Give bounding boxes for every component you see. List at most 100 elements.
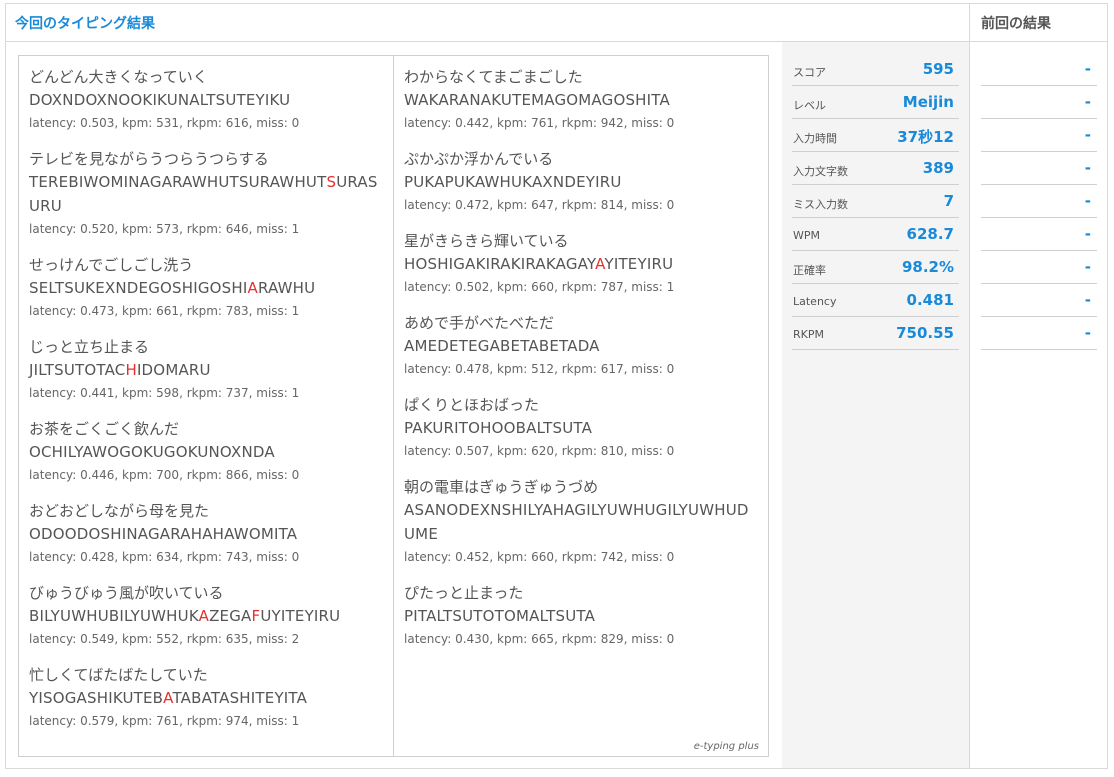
result-entry: わからなくてまごまごした WAKARANAKUTEMAGOMAGOSHITA lat… (404, 66, 759, 132)
summary-label: 入力時間 (793, 132, 837, 145)
summary-label: 入力文字数 (793, 165, 848, 178)
result-entry: どんどん大きくなっていく DOXNDOXNOOKIKUNALTSUTEYIKU la… (29, 66, 384, 132)
summary-value: 750.55 (896, 324, 954, 342)
result-entry: おどおどしながら母を見た ODOODOSHINAGARAHAHAWOMITA lat… (29, 500, 384, 566)
romaji-segment: OCHILYAWOGOKUGOKUNOXNDA (29, 443, 275, 461)
previous-value: - (1084, 126, 1091, 144)
romaji-text: PITALTSUTOTOMALTSUTA (404, 604, 759, 628)
romaji-text: OCHILYAWOGOKUGOKUNOXNDA (29, 440, 384, 464)
previous-row: - (981, 87, 1097, 119)
japanese-text: ぴたっと止まった (404, 584, 524, 602)
result-entry: びゅうびゅう風が吹いている BILYUWHUBILYUWHUKAZEGAFUYIT… (29, 582, 384, 648)
summary-value: 628.7 (906, 225, 954, 243)
romaji-text: BILYUWHUBILYUWHUKAZEGAFUYITEYIRU (29, 604, 384, 628)
entry-stats: latency: 0.579, kpm: 761, rkpm: 974, mis… (29, 714, 300, 728)
romaji-text: AMEDETEGABETABETADA (404, 334, 759, 358)
entry-stats: latency: 0.430, kpm: 665, rkpm: 829, mis… (404, 632, 675, 646)
entry-stats: latency: 0.503, kpm: 531, rkpm: 616, mis… (29, 116, 300, 130)
japanese-text: 星がきらきら輝いている (404, 232, 569, 250)
summary-row: ミス入力数 7 (792, 186, 959, 218)
summary-label: WPM (793, 229, 821, 242)
japanese-text: どんどん大きくなっていく (29, 68, 208, 86)
summary-value: Meijin (902, 93, 954, 111)
current-results-title: 今回のタイピング結果 (15, 16, 155, 32)
entry-stats: latency: 0.502, kpm: 660, rkpm: 787, mis… (404, 280, 675, 294)
entry-stats: latency: 0.428, kpm: 634, rkpm: 743, mis… (29, 550, 300, 564)
column-divider (969, 4, 970, 768)
romaji-segment: YITEYIRU (604, 255, 674, 273)
previous-value: - (1084, 60, 1091, 78)
romaji-segment: ZEGA (209, 607, 252, 625)
romaji-segment: HOSHIGAKIRAKIRAKAGAY (404, 255, 596, 273)
summary-value: 389 (922, 159, 954, 177)
romaji-segment: TEREBIWOMINAGARAWHUTSURAWHUT (29, 173, 327, 191)
entry-stats: latency: 0.441, kpm: 598, rkpm: 737, mis… (29, 386, 300, 400)
summary-label: レベル (793, 99, 826, 112)
results-column-divider (393, 56, 394, 756)
romaji-segment: PAKURITOHOOBALTSUTA (404, 419, 593, 437)
previous-row: - (981, 186, 1097, 218)
miss-character: S (326, 173, 337, 191)
previous-value: - (1084, 291, 1091, 309)
japanese-text: びゅうびゅう風が吹いている (29, 584, 224, 602)
romaji-segment: TABATASHITEYITA (172, 689, 308, 707)
romaji-segment: BILYUWHUBILYUWHUK (29, 607, 199, 625)
romaji-segment: DOXNDOXNOOKIKUNALTSUTEYIKU (29, 91, 291, 109)
result-entry: せっけんでごしごし洗う SELTSUKEXNDEGOSHIGOSHIARAWHU l… (29, 254, 384, 320)
romaji-segment: JILTSUTOTAC (29, 361, 126, 379)
summary-label: RKPM (793, 328, 824, 341)
japanese-text: 忙しくてばたばたしていた (29, 666, 208, 684)
previous-results-title: 前回の結果 (981, 16, 1051, 32)
miss-character: A (198, 607, 210, 625)
romaji-segment: UYITEYIRU (260, 607, 341, 625)
previous-row: - (981, 285, 1097, 317)
header-bar: 今回のタイピング結果 前回の結果 (6, 4, 1107, 42)
summary-value: 37秒12 (897, 128, 954, 146)
result-entry: ぱくりとほおばった PAKURITOHOOBALTSUTA latency: 0.5… (404, 394, 759, 460)
romaji-segment: YISOGASHIKUTEB (29, 689, 164, 707)
previous-row: - (981, 252, 1097, 284)
japanese-text: じっと立ち止まる (29, 338, 150, 356)
summary-value: 0.481 (906, 291, 954, 309)
result-entry: あめで手がべたべただ AMEDETEGABETABETADA latency: 0.… (404, 312, 759, 378)
previous-row: - (981, 219, 1097, 251)
romaji-text: PAKURITOHOOBALTSUTA (404, 416, 759, 440)
result-entry: じっと立ち止まる JILTSUTOTACHIDOMARU latency: 0.44… (29, 336, 384, 402)
summary-row: 入力文字数 389 (792, 153, 959, 185)
japanese-text: わからなくてまごまごした (404, 68, 583, 86)
japanese-text: 朝の電車はぎゅうぎゅうづめ (404, 478, 599, 496)
romaji-segment: SELTSUKEXNDEGOSHIGOSHI (29, 279, 248, 297)
previous-row: - (981, 318, 1097, 350)
entry-stats: latency: 0.452, kpm: 660, rkpm: 742, mis… (404, 550, 675, 564)
result-entry: ぷかぷか浮かんでいる PUKAPUKAWHUKAXNDEYIRU latency: … (404, 148, 759, 214)
japanese-text: ぱくりとほおばった (404, 396, 540, 414)
summary-row: 入力時間 37秒12 (792, 120, 959, 152)
romaji-segment: ASANODEXNSHILYAHAGILYUWHUGILYUWHUDUME (404, 501, 749, 543)
typing-results-box: どんどん大きくなっていく DOXNDOXNOOKIKUNALTSUTEYIKU la… (18, 55, 769, 757)
results-panel: 今回のタイピング結果 前回の結果 どんどん大きくなっていく DOXNDOXNOOK… (5, 3, 1108, 769)
result-entry: 星がきらきら輝いている HOSHIGAKIRAKIRAKAGAYAYITEYIRU… (404, 230, 759, 296)
japanese-text: ぷかぷか浮かんでいる (404, 150, 554, 168)
summary-row: RKPM 750.55 (792, 318, 959, 350)
romaji-text: YISOGASHIKUTEBATABATASHITEYITA (29, 686, 384, 710)
japanese-text: おどおどしながら母を見た (29, 502, 210, 520)
romaji-segment: IDOMARU (136, 361, 211, 379)
summary-row: 正確率 98.2% (792, 252, 959, 284)
brand-label: e-typing plus (693, 741, 759, 752)
miss-character: H (125, 361, 137, 379)
romaji-segment: ODOODOSHINAGARAHAHAWOMITA (29, 525, 298, 543)
summary-label: ミス入力数 (793, 198, 848, 211)
entry-stats: latency: 0.507, kpm: 620, rkpm: 810, mis… (404, 444, 675, 458)
entry-stats: latency: 0.520, kpm: 573, rkpm: 646, mis… (29, 222, 300, 236)
summary-row: スコア 595 (792, 54, 959, 86)
romaji-segment: PITALTSUTOTOMALTSUTA (404, 607, 596, 625)
japanese-text: お茶をごくごく飲んだ (29, 420, 180, 438)
summary-row: Latency 0.481 (792, 285, 959, 317)
summary-value: 98.2% (901, 258, 954, 276)
result-entry: ぴたっと止まった PITALTSUTOTOMALTSUTA latency: 0.4… (404, 582, 759, 648)
romaji-text: JILTSUTOTACHIDOMARU (29, 358, 384, 382)
result-entry: お茶をごくごく飲んだ OCHILYAWOGOKUGOKUNOXNDA latency… (29, 418, 384, 484)
previous-value: - (1084, 93, 1091, 111)
romaji-text: DOXNDOXNOOKIKUNALTSUTEYIKU (29, 88, 384, 112)
summary-row: WPM 628.7 (792, 219, 959, 251)
